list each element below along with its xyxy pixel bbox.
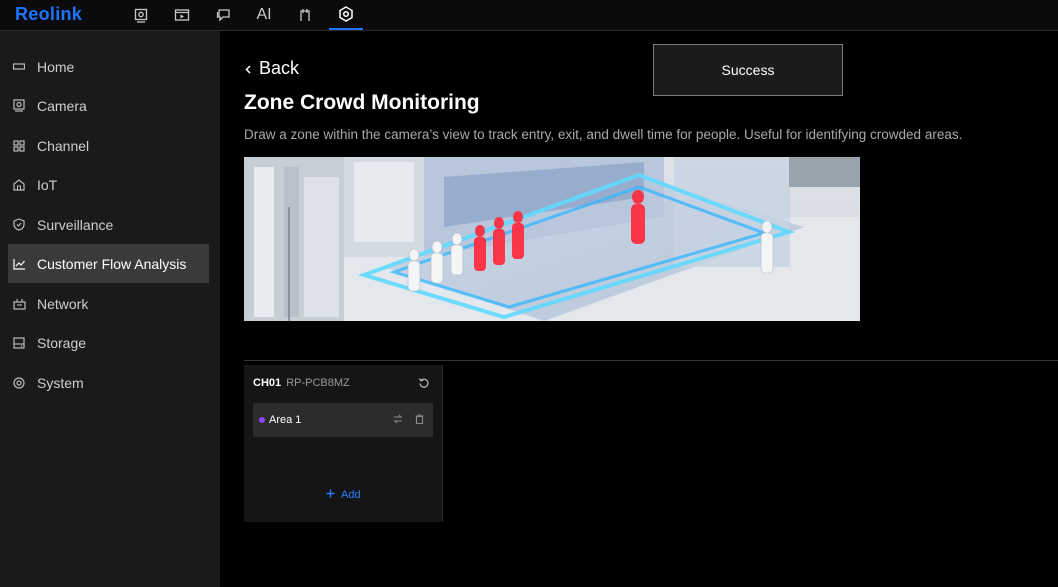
delete-icon[interactable] — [415, 414, 424, 427]
area-color-dot — [259, 417, 265, 423]
back-label: Back — [259, 58, 300, 78]
add-area-button[interactable]: Add — [326, 489, 361, 501]
sidebar-item-label: Camera — [37, 97, 87, 114]
sidebar-item-label: IoT — [37, 176, 58, 193]
iot-icon — [12, 178, 26, 192]
playback-icon[interactable] — [165, 0, 199, 30]
sidebar-item-label: Surveillance — [37, 216, 114, 233]
sidebar: Home Camera Channel IoT Surveillance Cus… — [0, 31, 220, 587]
storage-icon — [12, 336, 26, 350]
sidebar-item-label: Customer Flow Analysis — [37, 255, 187, 272]
shield-icon — [12, 218, 26, 232]
sidebar-item-storage[interactable]: Storage — [8, 323, 209, 362]
sidebar-item-label: System — [37, 374, 84, 391]
camera-model: RP-PCB8MZ — [286, 377, 350, 389]
sidebar-item-camera[interactable]: Camera — [8, 86, 209, 125]
area-actions — [393, 414, 424, 427]
sidebar-item-label: Home — [37, 58, 75, 75]
sidebar-item-label: Channel — [37, 137, 90, 154]
camera-icon — [12, 99, 26, 113]
live-view-icon[interactable] — [124, 0, 158, 30]
channel-card: CH01 RP-PCB8MZ Area 1 Add — [244, 365, 443, 522]
back-button[interactable]: Back — [245, 58, 299, 79]
reolink-logo: Reolink — [15, 4, 83, 24]
sidebar-item-system[interactable]: System — [8, 363, 209, 402]
sidebar-item-iot[interactable]: IoT — [8, 165, 209, 204]
home-icon — [12, 60, 26, 74]
settings-icon[interactable] — [329, 0, 363, 30]
reset-icon[interactable] — [418, 376, 430, 388]
sidebar-item-customer-flow-analysis[interactable]: Customer Flow Analysis — [8, 244, 209, 283]
sidebar-item-surveillance[interactable]: Surveillance — [8, 205, 209, 244]
page-description: Draw a zone within the camera’s view to … — [244, 127, 963, 142]
success-toast: Success — [653, 44, 843, 96]
chevron-left-icon — [245, 58, 251, 79]
sidebar-item-home[interactable]: Home — [8, 47, 209, 86]
toast-message: Success — [721, 62, 775, 78]
swap-icon[interactable] — [393, 414, 403, 427]
zone-illustration — [244, 157, 860, 321]
area-item[interactable]: Area 1 — [253, 403, 433, 437]
sidebar-item-network[interactable]: Network — [8, 284, 209, 323]
page-title: Zone Crowd Monitoring — [244, 91, 480, 114]
channel-id: CH01 — [253, 377, 282, 389]
section-divider — [244, 360, 1058, 361]
area-name: Area 1 — [269, 414, 302, 426]
add-label: Add — [341, 489, 361, 501]
chart-icon — [12, 257, 26, 271]
messages-icon[interactable] — [206, 0, 240, 30]
channel-icon — [12, 139, 26, 153]
sidebar-item-label: Network — [37, 295, 89, 312]
system-gear-icon — [12, 376, 26, 390]
plus-icon — [326, 489, 335, 501]
channel-header: CH01 RP-PCB8MZ — [253, 377, 350, 389]
sidebar-item-channel[interactable]: Channel — [8, 126, 209, 165]
ai-label: AI — [256, 6, 272, 23]
sidebar-item-label: Storage — [37, 334, 87, 351]
ai-icon[interactable]: AI — [247, 0, 281, 30]
tasks-icon[interactable] — [288, 0, 322, 30]
top-bar: Reolink AI — [0, 0, 1058, 31]
network-icon — [12, 297, 26, 311]
